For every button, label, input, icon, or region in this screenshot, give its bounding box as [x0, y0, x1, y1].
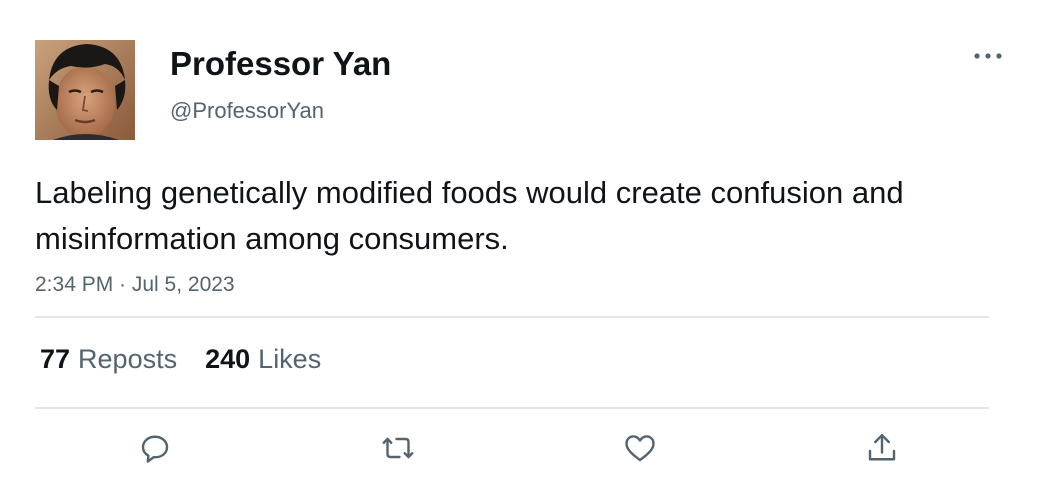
tweet-timestamp[interactable]: 2:34 PM · Jul 5, 2023 [35, 272, 235, 298]
reposts-count: 77 [40, 344, 71, 374]
reply-button[interactable] [135, 428, 175, 468]
repost-arrows-icon [382, 437, 414, 459]
reposts-label: Reposts [78, 344, 178, 374]
divider-bottom [35, 407, 989, 409]
reposts-stat[interactable]: 77 Reposts [40, 343, 177, 375]
likes-label: Likes [258, 344, 322, 374]
avatar[interactable] [35, 40, 135, 140]
repost-button[interactable] [378, 428, 418, 468]
speech-bubble-icon [141, 435, 169, 463]
display-name[interactable]: Professor Yan [170, 44, 391, 84]
more-dots-icon [974, 53, 1002, 59]
more-options-button[interactable] [968, 42, 1008, 70]
share-upload-icon [868, 434, 896, 461]
profile-photo [35, 40, 135, 140]
user-handle[interactable]: @ProfessorYan [170, 98, 324, 124]
likes-count: 240 [205, 344, 251, 374]
like-button[interactable] [620, 428, 660, 468]
engagement-stats: 77 Reposts 240 Likes [40, 343, 349, 375]
share-button[interactable] [862, 428, 902, 468]
likes-stat[interactable]: 240 Likes [205, 343, 321, 375]
divider-top [35, 316, 989, 318]
tweet-text: Labeling genetically modified foods woul… [35, 175, 904, 256]
heart-icon [625, 435, 655, 462]
